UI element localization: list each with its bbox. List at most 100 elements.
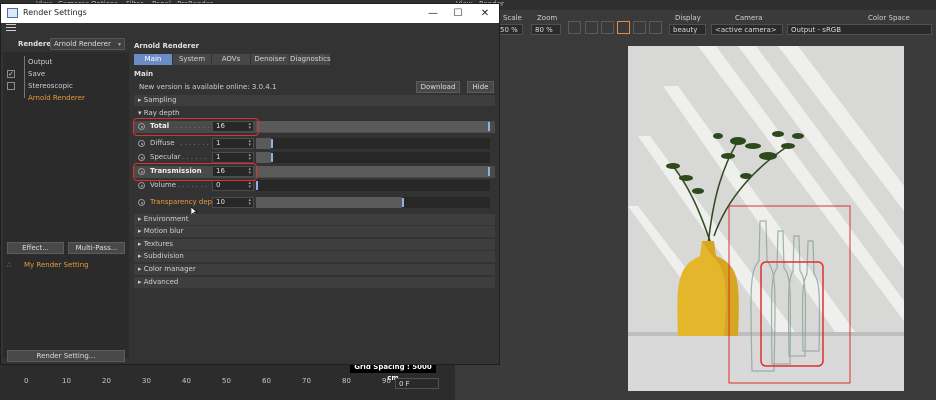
- camera-dropdown[interactable]: <active camera>: [711, 24, 783, 35]
- save-checkbox[interactable]: ✓: [7, 70, 15, 78]
- tree-item-arnold-renderer[interactable]: Arnold Renderer: [28, 94, 85, 102]
- section-textures-label: Textures: [143, 240, 174, 248]
- specular-slider-fill: [256, 152, 271, 163]
- tab-diagnostics[interactable]: Diagnostics: [290, 54, 331, 65]
- transmission-slider-handle[interactable]: [488, 167, 490, 176]
- colorspace-label: Color Space: [868, 14, 910, 22]
- total-slider-fill: [256, 121, 490, 132]
- scale-field[interactable]: 50 %: [496, 24, 523, 35]
- tab-main[interactable]: Main: [134, 54, 172, 65]
- section-subdivision[interactable]: ▸ Subdivision: [134, 251, 495, 262]
- section-textures[interactable]: ▸ Textures: [134, 239, 495, 250]
- multi-pass-button[interactable]: Multi-Pass...: [68, 242, 125, 254]
- renderer-dropdown-value: Arnold Renderer: [54, 40, 111, 48]
- section-sampling[interactable]: ▸ Sampling: [134, 95, 495, 106]
- diffuse-radio-icon[interactable]: [138, 140, 145, 147]
- download-button[interactable]: Download: [416, 81, 460, 93]
- spinner-icon[interactable]: ▴ ▾: [248, 153, 251, 162]
- transmission-slider[interactable]: [256, 166, 490, 177]
- specular-slider[interactable]: [256, 152, 490, 163]
- total-slider[interactable]: [256, 121, 490, 132]
- section-color-manager[interactable]: ▸ Color manager: [134, 264, 495, 275]
- transparency-depth-slider-fill: [256, 197, 402, 208]
- section-environment[interactable]: ▸ Environment: [134, 214, 495, 225]
- diffuse-slider[interactable]: [256, 138, 490, 149]
- volume-slider[interactable]: [256, 180, 490, 191]
- tab-aovs[interactable]: AOVs: [212, 54, 250, 65]
- section-advanced[interactable]: ▸ Advanced: [134, 277, 495, 288]
- toolbar-icon-6[interactable]: [649, 21, 662, 34]
- total-highlight-outline: [133, 118, 259, 136]
- render-preview-svg: [628, 46, 904, 391]
- section-motion-blur[interactable]: ▸ Motion blur: [134, 226, 495, 237]
- param-row-volume: Volume . . . . . . . 0 ▴ ▾: [134, 180, 495, 192]
- tab-system[interactable]: System: [173, 54, 211, 65]
- timeline-tick: 20: [102, 377, 111, 385]
- volume-slider-handle[interactable]: [256, 181, 258, 190]
- diffuse-slider-handle[interactable]: [271, 139, 273, 148]
- close-button[interactable]: ✕: [473, 6, 497, 21]
- tree-connector: [24, 56, 25, 98]
- specular-number-field[interactable]: 1 ▴ ▾: [212, 152, 254, 163]
- tab-denoiser[interactable]: Denoiser: [251, 54, 289, 65]
- render-setting-button[interactable]: Render Setting...: [7, 350, 125, 362]
- spinner-icon[interactable]: ▴ ▾: [248, 198, 251, 207]
- toolbar-icon-5[interactable]: [633, 21, 646, 34]
- display-label: Display: [675, 14, 701, 22]
- volume-value: 0: [216, 181, 221, 189]
- diffuse-number-field[interactable]: 1 ▴ ▾: [212, 138, 254, 149]
- scale-label: Scale: [503, 14, 522, 22]
- volume-radio-icon[interactable]: [138, 182, 145, 189]
- volume-number-field[interactable]: 0 ▴ ▾: [212, 180, 254, 191]
- transmission-slider-fill: [256, 166, 490, 177]
- update-notice: New version is available online: 3.0.4.1: [139, 83, 277, 91]
- renderer-dropdown[interactable]: Arnold Renderer ▾: [50, 38, 125, 50]
- tree-item-output[interactable]: Output: [28, 58, 52, 66]
- settings-item-my-render-setting[interactable]: My Render Setting: [24, 261, 89, 269]
- end-frame-field[interactable]: 0 F: [395, 378, 439, 389]
- section-environment-label: Environment: [143, 215, 189, 223]
- spinner-icon[interactable]: ▴ ▾: [248, 139, 251, 148]
- diffuse-label: Diffuse: [150, 139, 175, 147]
- dialog-titlebar[interactable]: Render Settings — ☐ ✕: [1, 4, 499, 23]
- section-ray-depth-label: Ray depth: [143, 109, 180, 117]
- timeline-tick: 10: [62, 377, 71, 385]
- timeline-tick: 50: [222, 377, 231, 385]
- param-row-transparency-depth: Transparency depth 10 ▴ ▾: [134, 197, 495, 209]
- toolbar-icon-3[interactable]: [601, 21, 614, 34]
- volume-leader-dots: . . . . . . .: [178, 181, 207, 189]
- specular-radio-icon[interactable]: [138, 154, 145, 161]
- spinner-icon[interactable]: ▴ ▾: [248, 181, 251, 190]
- transparency-depth-number-field[interactable]: 10 ▴ ▾: [212, 197, 254, 208]
- display-dropdown[interactable]: beauty: [669, 24, 706, 35]
- param-row-diffuse: Diffuse . . . . . . . 1 ▴ ▾: [134, 138, 495, 150]
- tree-item-stereoscopic[interactable]: Stereoscopic: [28, 82, 73, 90]
- total-slider-handle[interactable]: [488, 122, 490, 131]
- render-settings-app-icon: [7, 8, 18, 18]
- section-sampling-label: Sampling: [143, 96, 177, 104]
- specular-label: Specular: [150, 153, 181, 161]
- zoom-field[interactable]: 80 %: [531, 24, 561, 35]
- stereoscopic-checkbox[interactable]: [7, 82, 15, 90]
- transparency-depth-slider[interactable]: [256, 197, 490, 208]
- tree-item-save[interactable]: Save: [28, 70, 45, 78]
- diffuse-leader-dots: . . . . . . .: [180, 139, 209, 147]
- transparency-depth-slider-handle[interactable]: [402, 198, 404, 207]
- timeline-tick: 0: [24, 377, 29, 385]
- maximize-button[interactable]: ☐: [446, 6, 470, 21]
- timeline-tick: 60: [262, 377, 271, 385]
- toolbar-icon-2[interactable]: [585, 21, 598, 34]
- transparency-depth-label: Transparency depth: [150, 198, 220, 206]
- toolbar-icon-1[interactable]: [568, 21, 581, 34]
- zoom-label: Zoom: [537, 14, 558, 22]
- colorspace-dropdown[interactable]: Output - sRGB: [787, 24, 932, 35]
- effect-button[interactable]: Effect...: [7, 242, 64, 254]
- specular-slider-handle[interactable]: [271, 153, 273, 162]
- hide-button[interactable]: Hide: [467, 81, 494, 93]
- minimize-button[interactable]: —: [421, 6, 445, 21]
- transparency-depth-radio-icon[interactable]: [138, 199, 145, 206]
- toolbar-icon-4[interactable]: [617, 21, 630, 34]
- dialog-title: Render Settings: [23, 8, 87, 17]
- hamburger-menu-icon[interactable]: [6, 24, 16, 32]
- section-subdivision-label: Subdivision: [143, 252, 184, 260]
